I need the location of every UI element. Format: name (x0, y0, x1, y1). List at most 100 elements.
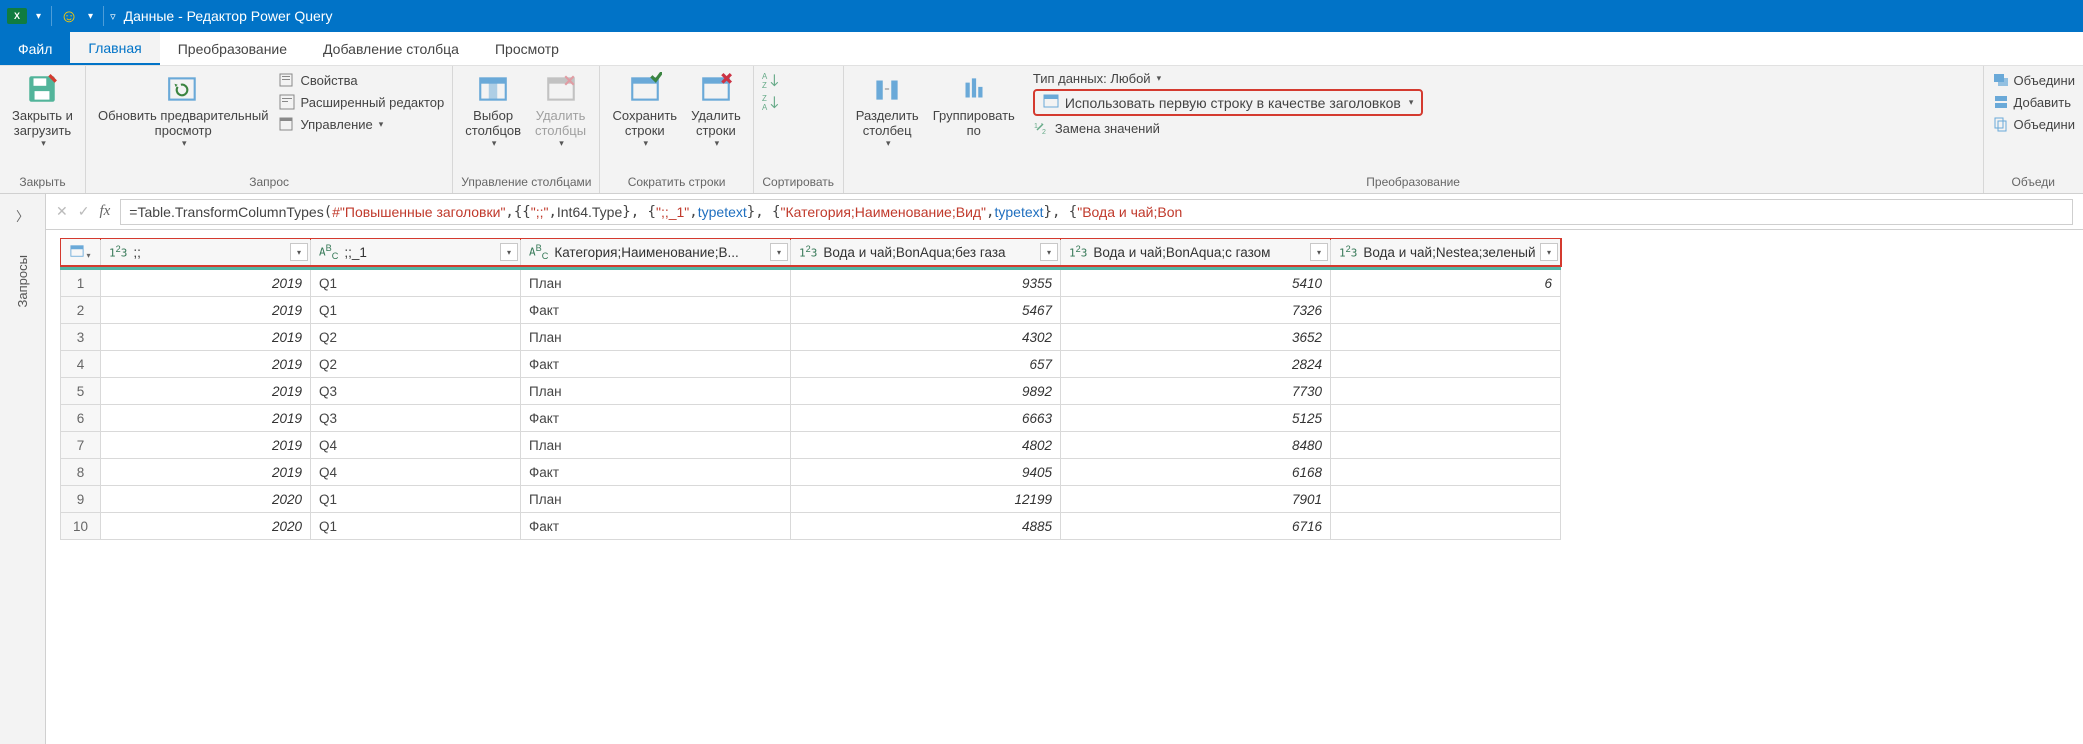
column-filter-dropdown[interactable]: ▾ (1040, 243, 1058, 261)
merge-queries-button[interactable]: Объедини (1992, 70, 2075, 90)
cell[interactable]: Факт (521, 351, 791, 378)
cell[interactable]: 5125 (1061, 405, 1331, 432)
cell[interactable]: 9405 (791, 459, 1061, 486)
remove-columns-button[interactable]: Удалить столбцы ▾ (531, 70, 590, 151)
tab-file[interactable]: Файл (0, 32, 70, 65)
split-column-button[interactable]: Разделить столбец ▾ (852, 70, 923, 151)
cell[interactable]: 9892 (791, 378, 1061, 405)
cell[interactable]: 7730 (1061, 378, 1331, 405)
tab-view[interactable]: Просмотр (477, 32, 577, 65)
cell[interactable]: Q2 (311, 351, 521, 378)
column-header[interactable]: 123Вода и чай;BonAqua;без газа▾ (791, 239, 1061, 266)
cell[interactable]: Q2 (311, 324, 521, 351)
tab-transform[interactable]: Преобразование (160, 32, 305, 65)
cell[interactable]: 8480 (1061, 432, 1331, 459)
cell[interactable]: 2019 (101, 459, 311, 486)
cell[interactable]: Q1 (311, 486, 521, 513)
cell[interactable]: 2020 (101, 513, 311, 540)
cell[interactable]: 7901 (1061, 486, 1331, 513)
cell[interactable] (1331, 405, 1561, 432)
column-filter-dropdown[interactable]: ▾ (1310, 243, 1328, 261)
cell[interactable]: 657 (791, 351, 1061, 378)
column-filter-dropdown[interactable]: ▾ (500, 243, 518, 261)
cell[interactable]: 2019 (101, 432, 311, 459)
column-filter-dropdown[interactable]: ▾ (770, 243, 788, 261)
column-header[interactable]: ABC;;_1▾ (311, 239, 521, 266)
cell[interactable]: Факт (521, 459, 791, 486)
cell[interactable]: 5410 (1061, 270, 1331, 297)
cell[interactable]: 3652 (1061, 324, 1331, 351)
table-row[interactable]: 52019Q3План98927730 (61, 378, 1561, 405)
qat-overflow[interactable]: ▿ (110, 10, 116, 23)
cell[interactable]: 2019 (101, 324, 311, 351)
table-corner[interactable]: ▾ (61, 239, 101, 266)
use-first-row-headers-button[interactable]: Использовать первую строку в качестве за… (1033, 89, 1424, 116)
row-number[interactable]: 1 (61, 270, 101, 297)
cell[interactable]: 12199 (791, 486, 1061, 513)
column-filter-dropdown[interactable]: ▾ (290, 243, 308, 261)
cell[interactable]: 6 (1331, 270, 1561, 297)
column-header[interactable]: 123Вода и чай;Nestea;зеленый▾ (1331, 239, 1561, 266)
cell[interactable] (1331, 351, 1561, 378)
tab-add-column[interactable]: Добавление столбца (305, 32, 477, 65)
row-number[interactable]: 9 (61, 486, 101, 513)
append-queries-button[interactable]: Добавить (1992, 92, 2075, 112)
cell[interactable]: 2019 (101, 351, 311, 378)
cell[interactable]: 2019 (101, 378, 311, 405)
group-by-button[interactable]: Группировать по (929, 70, 1019, 140)
formula-input[interactable]: = Table.TransformColumnTypes(#"Повышенны… (120, 199, 2073, 225)
refresh-preview-button[interactable]: Обновить предварительный просмотр ▾ (94, 70, 273, 151)
close-and-load-button[interactable]: Закрыть и загрузить ▾ (8, 70, 77, 151)
cell[interactable] (1331, 297, 1561, 324)
remove-rows-button[interactable]: Удалить строки ▾ (687, 70, 745, 151)
cell[interactable]: 2019 (101, 405, 311, 432)
chevron-right-icon[interactable]: 〉 (16, 206, 29, 225)
queries-pane[interactable]: 〉 Запросы (0, 194, 46, 744)
sort-asc-button[interactable]: AZ (762, 70, 780, 90)
cell[interactable]: Q1 (311, 270, 521, 297)
column-header[interactable]: 123Вода и чай;BonAqua;с газом▾ (1061, 239, 1331, 266)
cell[interactable]: 7326 (1061, 297, 1331, 324)
sort-desc-button[interactable]: ZA (762, 92, 780, 112)
cell[interactable] (1331, 459, 1561, 486)
datatype-dropdown[interactable]: Тип данных: Любой▾ (1033, 70, 1424, 87)
cell[interactable]: План (521, 270, 791, 297)
cell[interactable]: Q3 (311, 405, 521, 432)
table-row[interactable]: 82019Q4Факт94056168 (61, 459, 1561, 486)
manage-button[interactable]: Управление▾ (278, 114, 444, 134)
cell[interactable]: Факт (521, 513, 791, 540)
cell[interactable]: План (521, 378, 791, 405)
table-row[interactable]: 102020Q1Факт48856716 (61, 513, 1561, 540)
properties-button[interactable]: Свойства (278, 70, 444, 90)
table-row[interactable]: 12019Q1План935554106 (61, 270, 1561, 297)
qat-dropdown-2[interactable]: ▾ (88, 11, 93, 22)
cell[interactable]: 9355 (791, 270, 1061, 297)
cell[interactable]: 2020 (101, 486, 311, 513)
row-number[interactable]: 6 (61, 405, 101, 432)
column-header[interactable]: 123;;▾ (101, 239, 311, 266)
table-row[interactable]: 22019Q1Факт54677326 (61, 297, 1561, 324)
cell[interactable]: 2019 (101, 297, 311, 324)
table-row[interactable]: 42019Q2Факт6572824 (61, 351, 1561, 378)
cell[interactable] (1331, 324, 1561, 351)
advanced-editor-button[interactable]: Расширенный редактор (278, 92, 444, 112)
qat-dropdown-1[interactable]: ▾ (36, 11, 41, 22)
cell[interactable]: Q3 (311, 378, 521, 405)
cell[interactable] (1331, 378, 1561, 405)
cancel-formula-icon[interactable]: ✕ (56, 203, 68, 220)
replace-values-button[interactable]: 12 Замена значений (1033, 118, 1424, 138)
combine-files-button[interactable]: Объедини (1992, 114, 2075, 134)
smiley-icon[interactable]: ☺ (58, 5, 80, 27)
cell[interactable]: План (521, 324, 791, 351)
table-row[interactable]: 92020Q1План121997901 (61, 486, 1561, 513)
cell[interactable]: 6168 (1061, 459, 1331, 486)
cell[interactable]: Факт (521, 405, 791, 432)
cell[interactable]: 4802 (791, 432, 1061, 459)
table-row[interactable]: 72019Q4План48028480 (61, 432, 1561, 459)
cell[interactable]: Q4 (311, 459, 521, 486)
keep-rows-button[interactable]: Сохранить строки ▾ (608, 70, 681, 151)
cell[interactable]: 4302 (791, 324, 1061, 351)
cell[interactable]: 4885 (791, 513, 1061, 540)
cell[interactable]: План (521, 486, 791, 513)
table-row[interactable]: 62019Q3Факт66635125 (61, 405, 1561, 432)
